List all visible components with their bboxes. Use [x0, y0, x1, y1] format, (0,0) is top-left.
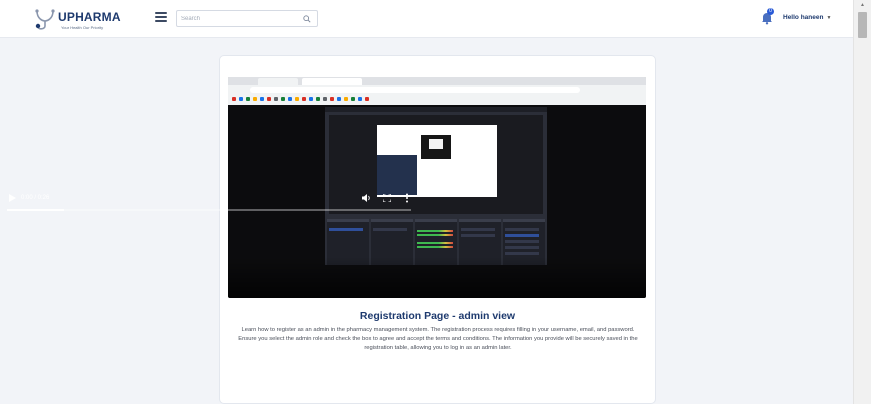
- notification-badge: 0: [767, 8, 774, 15]
- search-box: [176, 10, 318, 27]
- page-scrollbar[interactable]: ▲: [853, 0, 871, 404]
- video-title: Registration Page - admin view: [359, 310, 516, 322]
- video-description: Learn how to register as an admin in the…: [238, 327, 638, 351]
- top-navbar: UPHARMA Your Health Our Priority 0 Hello…: [0, 0, 853, 38]
- video-frame-recorder: [325, 107, 547, 265]
- more-options-icon[interactable]: [405, 193, 409, 203]
- scroll-up-icon[interactable]: ▲: [860, 2, 865, 8]
- notification-bell-icon[interactable]: 0: [760, 8, 774, 25]
- video-player[interactable]: [228, 77, 646, 298]
- app-logo[interactable]: UPHARMA Your Health Our Priority: [33, 7, 123, 33]
- chevron-down-icon: ▼: [826, 15, 832, 21]
- volume-icon[interactable]: [362, 194, 371, 202]
- hamburger-icon[interactable]: [155, 12, 167, 22]
- video-progress-fill: [7, 209, 64, 211]
- fullscreen-icon[interactable]: [383, 194, 391, 202]
- search-icon[interactable]: [303, 15, 311, 23]
- logo-title: UPHARMA: [58, 10, 121, 24]
- video-frame-browser: [228, 77, 646, 105]
- stethoscope-logo-icon: [35, 9, 55, 30]
- video-progress-bar[interactable]: [7, 209, 411, 211]
- video-time: 0:00 / 0:26: [21, 195, 50, 201]
- user-dropdown[interactable]: Hello haneen ▼: [783, 14, 831, 21]
- scrollbar-thumb[interactable]: [858, 12, 867, 38]
- logo-tagline: Your Health Our Priority: [61, 25, 104, 30]
- search-input[interactable]: [181, 13, 296, 25]
- play-icon[interactable]: [8, 194, 16, 202]
- user-greeting: Hello haneen: [783, 14, 824, 21]
